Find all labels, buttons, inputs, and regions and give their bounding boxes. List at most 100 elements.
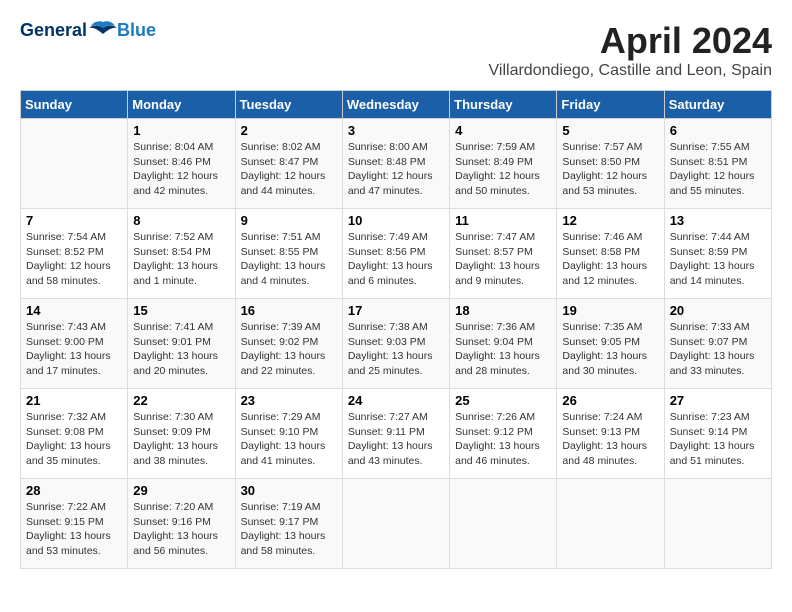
- day-number: 5: [562, 123, 658, 138]
- calendar-cell: 30Sunrise: 7:19 AMSunset: 9:17 PMDayligh…: [235, 479, 342, 569]
- day-info: Sunrise: 7:38 AMSunset: 9:03 PMDaylight:…: [348, 320, 444, 379]
- day-number: 19: [562, 303, 658, 318]
- calendar-cell: 21 Sunrise: 7:32 AMSunset: 9:08 PMDayligh…: [21, 389, 128, 479]
- day-info: Sunrise: 7:49 AMSunset: 8:56 PMDaylight:…: [348, 230, 444, 289]
- day-number: 24: [348, 393, 444, 408]
- day-number: 28: [26, 483, 122, 498]
- calendar-cell: 8 Sunrise: 7:52 AMSunset: 8:54 PMDaylight…: [128, 209, 235, 299]
- weekday-header-thursday: Thursday: [450, 91, 557, 119]
- calendar-week-row: 7 Sunrise: 7:54 AMSunset: 8:52 PMDaylight…: [21, 209, 772, 299]
- day-info: Sunrise: 7:35 AMSunset: 9:05 PMDaylight:…: [562, 320, 658, 379]
- day-number: 2: [241, 123, 337, 138]
- day-number: 27: [670, 393, 766, 408]
- calendar-cell: 26 Sunrise: 7:24 AMSunset: 9:13 PMDayligh…: [557, 389, 664, 479]
- calendar-cell: 5 Sunrise: 7:57 AMSunset: 8:50 PMDaylight…: [557, 119, 664, 209]
- calendar-cell: 18 Sunrise: 7:36 AMSunset: 9:04 PMDayligh…: [450, 299, 557, 389]
- calendar-cell: 27 Sunrise: 7:23 AMSunset: 9:14 PMDayligh…: [664, 389, 771, 479]
- calendar-cell: 29 Sunrise: 7:20 AMSunset: 9:16 PMDayligh…: [128, 479, 235, 569]
- day-info: Sunrise: 7:44 AMSunset: 8:59 PMDaylight:…: [670, 230, 766, 289]
- day-number: 10: [348, 213, 444, 228]
- weekday-header-saturday: Saturday: [664, 91, 771, 119]
- day-number: 23: [241, 393, 337, 408]
- weekday-header-friday: Friday: [557, 91, 664, 119]
- logo-text2: Blue: [117, 20, 156, 41]
- day-info: Sunrise: 7:39 AMSunset: 9:02 PMDaylight:…: [241, 320, 337, 379]
- calendar-cell: 10 Sunrise: 7:49 AMSunset: 8:56 PMDayligh…: [342, 209, 449, 299]
- day-info: Sunrise: 7:41 AMSunset: 9:01 PMDaylight:…: [133, 320, 229, 379]
- calendar-cell: 28 Sunrise: 7:22 AMSunset: 9:15 PMDayligh…: [21, 479, 128, 569]
- calendar-cell: 1Sunrise: 8:04 AMSunset: 8:46 PMDaylight…: [128, 119, 235, 209]
- day-number: 30: [241, 483, 337, 498]
- day-number: 16: [241, 303, 337, 318]
- calendar-cell: 4 Sunrise: 7:59 AMSunset: 8:49 PMDaylight…: [450, 119, 557, 209]
- calendar-cell: [450, 479, 557, 569]
- day-number: 8: [133, 213, 229, 228]
- day-number: 29: [133, 483, 229, 498]
- logo-bird-icon: [89, 20, 117, 42]
- calendar-week-row: 28 Sunrise: 7:22 AMSunset: 9:15 PMDayligh…: [21, 479, 772, 569]
- day-number: 17: [348, 303, 444, 318]
- calendar-week-row: 14Sunrise: 7:43 AMSunset: 9:00 PMDayligh…: [21, 299, 772, 389]
- calendar-cell: [342, 479, 449, 569]
- calendar-cell: 9 Sunrise: 7:51 AMSunset: 8:55 PMDaylight…: [235, 209, 342, 299]
- calendar-cell: 3 Sunrise: 8:00 AMSunset: 8:48 PMDaylight…: [342, 119, 449, 209]
- day-info: Sunrise: 7:36 AMSunset: 9:04 PMDaylight:…: [455, 320, 551, 379]
- day-info: Sunrise: 7:46 AMSunset: 8:58 PMDaylight:…: [562, 230, 658, 289]
- calendar-cell: 14Sunrise: 7:43 AMSunset: 9:00 PMDayligh…: [21, 299, 128, 389]
- day-number: 9: [241, 213, 337, 228]
- day-number: 22: [133, 393, 229, 408]
- calendar-cell: 7 Sunrise: 7:54 AMSunset: 8:52 PMDaylight…: [21, 209, 128, 299]
- day-info: Sunrise: 7:24 AMSunset: 9:13 PMDaylight:…: [562, 410, 658, 469]
- calendar-cell: 22 Sunrise: 7:30 AMSunset: 9:09 PMDayligh…: [128, 389, 235, 479]
- day-number: 25: [455, 393, 551, 408]
- day-info: Sunrise: 7:32 AMSunset: 9:08 PMDaylight:…: [26, 410, 122, 469]
- day-info: Sunrise: 7:54 AMSunset: 8:52 PMDaylight:…: [26, 230, 122, 289]
- calendar-week-row: 21 Sunrise: 7:32 AMSunset: 9:08 PMDayligh…: [21, 389, 772, 479]
- day-number: 20: [670, 303, 766, 318]
- weekday-header-wednesday: Wednesday: [342, 91, 449, 119]
- calendar-cell: 23 Sunrise: 7:29 AMSunset: 9:10 PMDayligh…: [235, 389, 342, 479]
- day-number: 7: [26, 213, 122, 228]
- day-number: 15: [133, 303, 229, 318]
- day-number: 3: [348, 123, 444, 138]
- day-number: 4: [455, 123, 551, 138]
- day-info: Sunrise: 8:00 AMSunset: 8:48 PMDaylight:…: [348, 140, 444, 199]
- calendar-cell: 25 Sunrise: 7:26 AMSunset: 9:12 PMDayligh…: [450, 389, 557, 479]
- day-number: 11: [455, 213, 551, 228]
- day-info: Sunrise: 7:47 AMSunset: 8:57 PMDaylight:…: [455, 230, 551, 289]
- day-info: Sunrise: 7:27 AMSunset: 9:11 PMDaylight:…: [348, 410, 444, 469]
- title-section: April 2024 Villardondiego, Castille and …: [489, 20, 772, 80]
- day-info: Sunrise: 7:30 AMSunset: 9:09 PMDaylight:…: [133, 410, 229, 469]
- month-title: April 2024: [489, 20, 772, 62]
- day-info: Sunrise: 8:02 AMSunset: 8:47 PMDaylight:…: [241, 140, 337, 199]
- day-info: Sunrise: 7:51 AMSunset: 8:55 PMDaylight:…: [241, 230, 337, 289]
- weekday-header-monday: Monday: [128, 91, 235, 119]
- calendar-body: 1Sunrise: 8:04 AMSunset: 8:46 PMDaylight…: [21, 119, 772, 569]
- day-number: 26: [562, 393, 658, 408]
- calendar-cell: 2 Sunrise: 8:02 AMSunset: 8:47 PMDaylight…: [235, 119, 342, 209]
- calendar-cell: 15 Sunrise: 7:41 AMSunset: 9:01 PMDayligh…: [128, 299, 235, 389]
- day-info: Sunrise: 7:33 AMSunset: 9:07 PMDaylight:…: [670, 320, 766, 379]
- day-number: 18: [455, 303, 551, 318]
- day-info: Sunrise: 7:22 AMSunset: 9:15 PMDaylight:…: [26, 500, 122, 559]
- day-info: Sunrise: 7:26 AMSunset: 9:12 PMDaylight:…: [455, 410, 551, 469]
- day-info: Sunrise: 7:23 AMSunset: 9:14 PMDaylight:…: [670, 410, 766, 469]
- calendar-cell: 6Sunrise: 7:55 AMSunset: 8:51 PMDaylight…: [664, 119, 771, 209]
- day-info: Sunrise: 7:20 AMSunset: 9:16 PMDaylight:…: [133, 500, 229, 559]
- day-number: 21: [26, 393, 122, 408]
- day-number: 14: [26, 303, 122, 318]
- day-info: Sunrise: 7:55 AMSunset: 8:51 PMDaylight:…: [670, 140, 766, 199]
- calendar-cell: [21, 119, 128, 209]
- calendar-cell: 11 Sunrise: 7:47 AMSunset: 8:57 PMDayligh…: [450, 209, 557, 299]
- day-info: Sunrise: 7:52 AMSunset: 8:54 PMDaylight:…: [133, 230, 229, 289]
- day-info: Sunrise: 7:29 AMSunset: 9:10 PMDaylight:…: [241, 410, 337, 469]
- calendar-cell: 19 Sunrise: 7:35 AMSunset: 9:05 PMDayligh…: [557, 299, 664, 389]
- logo: General Blue: [20, 20, 156, 42]
- day-info: Sunrise: 7:59 AMSunset: 8:49 PMDaylight:…: [455, 140, 551, 199]
- weekday-header-row: SundayMondayTuesdayWednesdayThursdayFrid…: [21, 91, 772, 119]
- day-info: Sunrise: 7:57 AMSunset: 8:50 PMDaylight:…: [562, 140, 658, 199]
- weekday-header-sunday: Sunday: [21, 91, 128, 119]
- weekday-header-tuesday: Tuesday: [235, 91, 342, 119]
- calendar-cell: 16 Sunrise: 7:39 AMSunset: 9:02 PMDayligh…: [235, 299, 342, 389]
- calendar-cell: 13Sunrise: 7:44 AMSunset: 8:59 PMDayligh…: [664, 209, 771, 299]
